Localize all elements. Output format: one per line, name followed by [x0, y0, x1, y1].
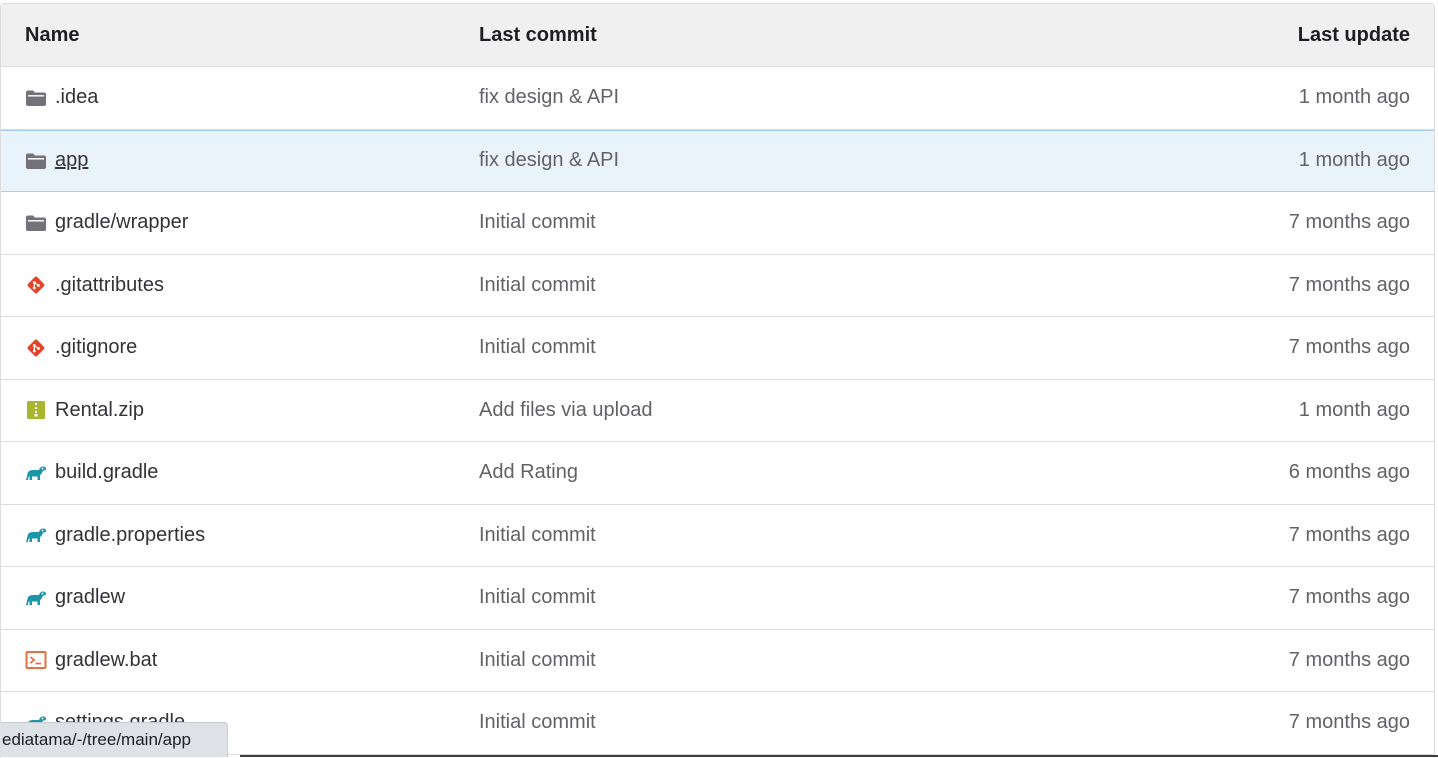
table-row-gradlew[interactable]: gradlew Initial commit 7 months ago [1, 567, 1434, 630]
file-name-cell: gradlew.bat [1, 649, 479, 672]
file-name-cell: .idea [1, 86, 479, 109]
git-icon [25, 337, 47, 359]
last-update-time: 7 months ago [1134, 211, 1434, 234]
last-update-time: 1 month ago [1134, 86, 1434, 109]
file-name-link[interactable]: .gitignore [55, 336, 137, 359]
last-commit-link[interactable]: Add Rating [479, 461, 1134, 484]
file-name-cell: app [1, 149, 479, 172]
table-row-rental-zip[interactable]: Rental.zip Add files via upload 1 month … [1, 380, 1434, 443]
file-name-link[interactable]: gradlew [55, 586, 125, 609]
file-table: Name Last commit Last update .idea fix d… [0, 3, 1435, 758]
last-update-time: 7 months ago [1134, 586, 1434, 609]
table-row-app[interactable]: app fix design & API 1 month ago [1, 130, 1434, 193]
gradle-icon [25, 587, 47, 609]
last-update-time: 1 month ago [1134, 149, 1434, 172]
file-name-link[interactable]: gradlew.bat [55, 649, 157, 672]
file-name-cell: gradle/wrapper [1, 211, 479, 234]
last-commit-link[interactable]: Initial commit [479, 649, 1134, 672]
file-name-link[interactable]: app [55, 149, 88, 172]
file-name-cell: Rental.zip [1, 399, 479, 422]
header-last-commit: Last commit [479, 24, 1134, 47]
last-update-time: 7 months ago [1134, 274, 1434, 297]
git-icon [25, 274, 47, 296]
status-bar-url: ediatama/-/tree/main/app [2, 730, 191, 750]
terminal-icon [25, 649, 47, 671]
folder-icon [25, 150, 47, 172]
file-name-link[interactable]: gradle.properties [55, 524, 205, 547]
file-name-cell: .gitignore [1, 336, 479, 359]
table-body: .idea fix design & API 1 month ago app f… [1, 67, 1434, 758]
table-row-gitignore[interactable]: .gitignore Initial commit 7 months ago [1, 317, 1434, 380]
last-commit-link[interactable]: Initial commit [479, 586, 1134, 609]
file-name-cell: gradlew [1, 586, 479, 609]
last-commit-link[interactable]: fix design & API [479, 149, 1134, 172]
last-update-time: 7 months ago [1134, 649, 1434, 672]
zip-icon [25, 399, 47, 421]
file-name-link[interactable]: Rental.zip [55, 399, 144, 422]
gradle-icon [25, 462, 47, 484]
table-row-gitattributes[interactable]: .gitattributes Initial commit 7 months a… [1, 255, 1434, 318]
last-update-time: 7 months ago [1134, 711, 1434, 734]
header-name: Name [1, 24, 479, 47]
last-update-time: 7 months ago [1134, 336, 1434, 359]
last-update-time: 1 month ago [1134, 399, 1434, 422]
last-commit-link[interactable]: Add files via upload [479, 399, 1134, 422]
table-row-idea[interactable]: .idea fix design & API 1 month ago [1, 67, 1434, 130]
link-preview-status-bar: ediatama/-/tree/main/app [0, 722, 228, 757]
table-row-build-gradle[interactable]: build.gradle Add Rating 6 months ago [1, 442, 1434, 505]
folder-icon [25, 212, 47, 234]
last-commit-link[interactable]: fix design & API [479, 86, 1134, 109]
table-row-gradle-properties[interactable]: gradle.properties Initial commit 7 month… [1, 505, 1434, 568]
last-update-time: 7 months ago [1134, 524, 1434, 547]
last-commit-link[interactable]: Initial commit [479, 524, 1134, 547]
table-row-gradle-wrapper[interactable]: gradle/wrapper Initial commit 7 months a… [1, 192, 1434, 255]
file-name-link[interactable]: .idea [55, 86, 98, 109]
file-name-cell: .gitattributes [1, 274, 479, 297]
file-name-link[interactable]: build.gradle [55, 461, 158, 484]
file-name-link[interactable]: .gitattributes [55, 274, 164, 297]
table-row-gradlew-bat[interactable]: gradlew.bat Initial commit 7 months ago [1, 630, 1434, 693]
file-name-cell: build.gradle [1, 461, 479, 484]
last-commit-link[interactable]: Initial commit [479, 336, 1134, 359]
header-last-update: Last update [1134, 24, 1434, 47]
last-update-time: 6 months ago [1134, 461, 1434, 484]
last-commit-link[interactable]: Initial commit [479, 711, 1134, 734]
file-name-cell: gradle.properties [1, 524, 479, 547]
gradle-icon [25, 524, 47, 546]
last-commit-link[interactable]: Initial commit [479, 211, 1134, 234]
folder-icon [25, 87, 47, 109]
table-header: Name Last commit Last update [1, 4, 1434, 67]
last-commit-link[interactable]: Initial commit [479, 274, 1134, 297]
file-name-link[interactable]: gradle/wrapper [55, 211, 188, 234]
